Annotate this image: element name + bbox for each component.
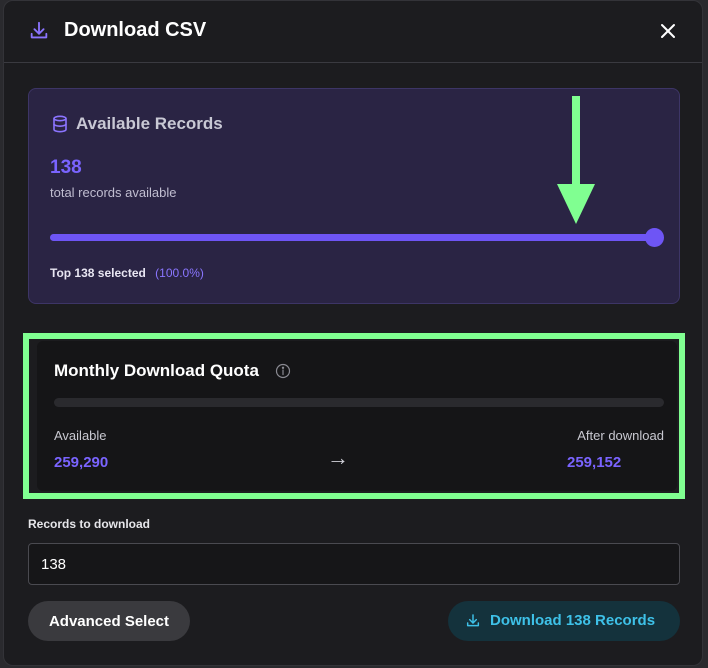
- after-download-label: After download: [577, 428, 664, 443]
- monthly-quota-card: Monthly Download Quota Available 259,290…: [37, 341, 677, 491]
- slider-fill: [50, 234, 654, 241]
- quota-progress-bar: [54, 398, 664, 407]
- download-button-label: Download 138 Records: [490, 612, 656, 629]
- available-label: Available: [54, 428, 107, 443]
- available-records-title: Available Records: [76, 114, 223, 133]
- info-icon[interactable]: [275, 363, 291, 379]
- download-records-button[interactable]: Download 138 Records: [448, 601, 680, 641]
- database-icon: [53, 115, 67, 133]
- quota-title: Monthly Download Quota: [54, 361, 259, 380]
- records-count: 138: [50, 157, 82, 178]
- download-icon: [466, 614, 480, 627]
- dialog-title: Download CSV: [64, 19, 207, 41]
- annotation-arrow-icon: [557, 96, 595, 224]
- right-arrow-icon: →: [327, 445, 349, 470]
- download-csv-dialog: Download CSV Available Records 138 total…: [3, 0, 703, 666]
- advanced-select-button[interactable]: Advanced Select: [28, 601, 190, 641]
- after-download-value: 259,152: [567, 454, 622, 471]
- records-count-subtitle: total records available: [50, 185, 177, 200]
- available-value: 259,290: [54, 454, 109, 471]
- records-to-download-label: Records to download: [28, 517, 151, 531]
- close-icon[interactable]: [658, 21, 678, 41]
- dialog-header: Download CSV: [4, 1, 702, 63]
- records-to-download-input[interactable]: [28, 543, 680, 585]
- selection-summary: Top 138 selected (100.0%): [50, 266, 204, 280]
- quota-highlight-annotation: Monthly Download Quota Available 259,290…: [23, 333, 685, 499]
- slider-thumb[interactable]: [645, 228, 664, 247]
- download-icon: [30, 21, 48, 39]
- records-slider[interactable]: [50, 228, 664, 247]
- selected-percent: (100.0%): [155, 266, 204, 280]
- selected-count-text: Top 138 selected: [50, 266, 146, 280]
